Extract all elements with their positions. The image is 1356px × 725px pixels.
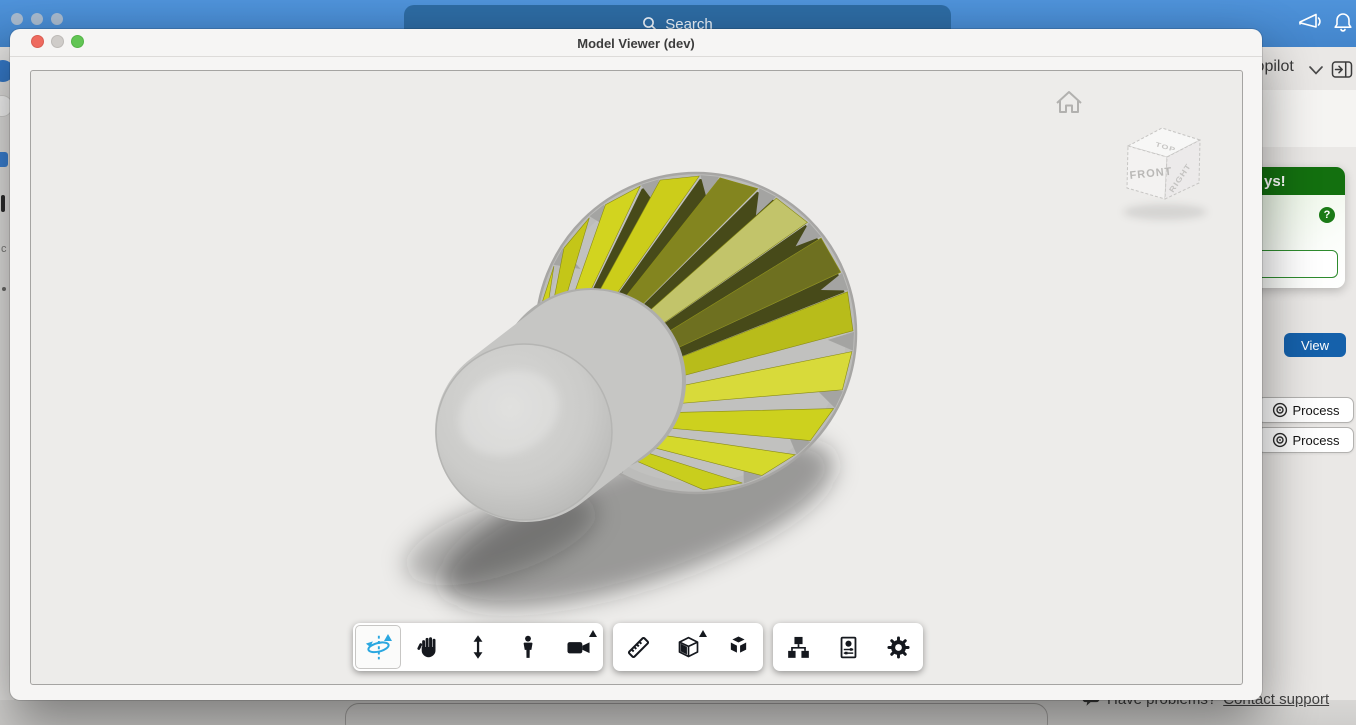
chevron-down-icon[interactable] [1308,65,1324,76]
tool-properties-button[interactable] [823,623,873,671]
background-comment-input[interactable] [345,703,1048,725]
inactive-close-button[interactable] [11,13,23,25]
tool-model-tree-button[interactable] [773,623,823,671]
sidebar-glyph [1,195,5,212]
zoom-updown-icon [464,633,492,661]
desktop: Search c Copilot [0,0,1356,725]
window-titlebar[interactable]: Model Viewer (dev) [10,29,1262,57]
model-tree-icon [784,633,812,661]
3d-scene: TOP FRONT RIGHT [31,71,1243,685]
view-cube[interactable]: TOP FRONT RIGHT [1123,128,1207,220]
properties-panel-icon [834,633,862,661]
tool-section-button[interactable] [663,623,713,671]
tool-measure-button[interactable] [613,623,663,671]
sidebar-text-fragment: c [1,243,7,255]
tool-camera-button[interactable] [553,623,603,671]
measure-ruler-icon [624,633,652,661]
window-title: Model Viewer (dev) [10,29,1262,57]
tool-orbit-button[interactable] [355,625,401,669]
walk-person-icon [514,633,542,661]
home-icon[interactable] [1057,92,1081,112]
toolbar-navigation-group [353,623,603,671]
view-button[interactable]: View [1284,333,1346,357]
viewer-canvas[interactable]: TOP FRONT RIGHT [30,70,1243,685]
help-question-badge[interactable]: ? [1319,207,1335,223]
inactive-zoom-button[interactable] [51,13,63,25]
process-button-1[interactable]: Process [1257,397,1354,423]
bullseye-icon [1272,402,1288,418]
tool-settings-button[interactable] [873,623,923,671]
promo-text-input[interactable] [1256,250,1338,278]
toolbar-inspect-group [613,623,763,671]
tool-zoom-button[interactable] [453,623,503,671]
tool-walk-button[interactable] [503,623,553,671]
collapse-panel-icon[interactable] [1331,60,1354,80]
tool-pan-button[interactable] [403,623,453,671]
model-viewer-window: Model Viewer (dev) [10,29,1262,700]
inactive-minimize-button[interactable] [31,13,43,25]
sidebar-dot [2,287,6,291]
explode-cube-icon [724,633,752,661]
announcements-megaphone-icon[interactable] [1296,10,1328,34]
settings-gear-icon [884,633,912,661]
toolbar-panels-group [773,623,923,671]
section-box-icon [674,633,702,661]
camera-icon [564,633,592,661]
bullseye-icon [1272,432,1288,448]
notifications-bell-icon[interactable] [1332,10,1354,34]
tool-explode-button[interactable] [713,623,763,671]
orbit-icon [364,633,392,661]
process-button-2[interactable]: Process [1257,427,1354,453]
sidebar-blue-icon[interactable] [0,152,8,167]
pan-hand-icon [414,633,442,661]
